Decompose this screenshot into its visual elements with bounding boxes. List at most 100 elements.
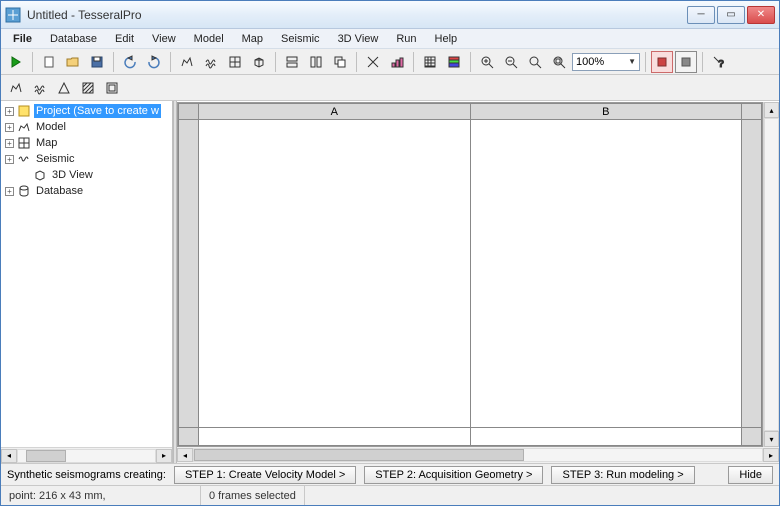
cell-b2[interactable]	[470, 428, 742, 446]
grid-view-button[interactable]	[419, 51, 441, 73]
scroll-track[interactable]	[193, 448, 763, 462]
grid-vscrollbar[interactable]: ▴ ▾	[763, 102, 779, 447]
zoom-page-button[interactable]	[548, 51, 570, 73]
scroll-down-button[interactable]: ▾	[764, 431, 779, 447]
palette-button[interactable]	[443, 51, 465, 73]
menu-run[interactable]: Run	[388, 31, 424, 47]
menu-file[interactable]: File	[5, 31, 40, 47]
tree-label: Project (Save to create w	[34, 104, 161, 118]
menu-model[interactable]: Model	[186, 31, 232, 47]
model-icon	[17, 121, 31, 133]
expand-icon[interactable]: +	[5, 123, 14, 132]
cascade-button[interactable]	[329, 51, 351, 73]
3d-frame-button[interactable]	[248, 51, 270, 73]
cell-pad	[742, 428, 762, 446]
menu-view[interactable]: View	[144, 31, 184, 47]
step-1-button[interactable]: STEP 1: Create Velocity Model >	[174, 466, 356, 484]
map-frame-button[interactable]	[224, 51, 246, 73]
separator	[645, 52, 646, 72]
redo-button[interactable]	[143, 51, 165, 73]
dropdown-arrow-icon: ▼	[628, 57, 636, 66]
tree-hscrollbar[interactable]: ◂ ▸	[1, 447, 172, 463]
zoom-combo[interactable]: 100%▼	[572, 53, 640, 71]
run-button[interactable]	[5, 51, 27, 73]
scroll-up-button[interactable]: ▴	[764, 102, 779, 118]
menu-help[interactable]: Help	[427, 31, 466, 47]
status-selection: 0 frames selected	[201, 486, 305, 505]
zoom-fit-button[interactable]	[524, 51, 546, 73]
separator	[170, 52, 171, 72]
scroll-left-button[interactable]: ◂	[1, 449, 17, 463]
zoom-in-button[interactable]	[476, 51, 498, 73]
scroll-right-button[interactable]: ▸	[763, 448, 779, 462]
scroll-thumb[interactable]	[194, 449, 524, 461]
hide-button[interactable]: Hide	[728, 466, 773, 484]
tree-item-model[interactable]: + Model	[3, 119, 172, 135]
tree-item-seismic[interactable]: + Seismic	[3, 151, 172, 167]
expand-icon[interactable]: +	[5, 139, 14, 148]
tool-frame-button[interactable]	[101, 77, 123, 99]
status-position: point: 216 x 43 mm,	[1, 486, 201, 505]
expand-icon[interactable]: +	[5, 155, 14, 164]
map-icon	[17, 137, 31, 149]
row-header-1[interactable]	[179, 120, 199, 428]
cell-b1[interactable]	[470, 120, 742, 428]
title-bar: Untitled - TesseralPro ─ ▭ ✕	[1, 1, 779, 29]
column-header-b[interactable]: B	[470, 104, 742, 120]
tree-item-database[interactable]: + Database	[3, 183, 172, 199]
tree-item-project[interactable]: + Project (Save to create w	[3, 103, 172, 119]
minimize-button[interactable]: ─	[687, 6, 715, 24]
seismic-frame-button[interactable]	[200, 51, 222, 73]
new-button[interactable]	[38, 51, 60, 73]
separator	[356, 52, 357, 72]
grid-corner[interactable]	[179, 104, 199, 120]
record-button[interactable]	[651, 51, 673, 73]
scroll-track[interactable]	[764, 118, 779, 431]
menu-3dview[interactable]: 3D View	[330, 31, 387, 47]
tile-horizontal-button[interactable]	[281, 51, 303, 73]
mode-a-button[interactable]	[362, 51, 384, 73]
tool-triangle-button[interactable]	[53, 77, 75, 99]
maximize-button[interactable]: ▭	[717, 6, 745, 24]
grid-hscrollbar[interactable]: ◂ ▸	[177, 447, 779, 463]
close-button[interactable]: ✕	[747, 6, 775, 24]
frame-grid[interactable]: A B	[177, 102, 763, 447]
svg-text:?: ?	[718, 59, 724, 69]
expand-icon[interactable]: +	[5, 187, 14, 196]
model-frame-button[interactable]	[176, 51, 198, 73]
app-icon	[5, 7, 21, 23]
mode-b-button[interactable]	[386, 51, 408, 73]
save-button[interactable]	[86, 51, 108, 73]
tool-hatch-button[interactable]	[77, 77, 99, 99]
scroll-track[interactable]	[17, 449, 156, 463]
separator	[702, 52, 703, 72]
menu-map[interactable]: Map	[234, 31, 271, 47]
zoom-out-button[interactable]	[500, 51, 522, 73]
scroll-right-button[interactable]: ▸	[156, 449, 172, 463]
menu-seismic[interactable]: Seismic	[273, 31, 328, 47]
frame-grid-pane: A B	[177, 101, 779, 463]
menu-database[interactable]: Database	[42, 31, 105, 47]
tool-seismic-button[interactable]	[29, 77, 51, 99]
scroll-left-button[interactable]: ◂	[177, 448, 193, 462]
step-2-button[interactable]: STEP 2: Acquisition Geometry >	[364, 466, 543, 484]
stop-button[interactable]	[675, 51, 697, 73]
menu-edit[interactable]: Edit	[107, 31, 142, 47]
column-header-a[interactable]: A	[199, 104, 471, 120]
scroll-thumb[interactable]	[26, 450, 66, 462]
tree-item-3dview[interactable]: 3D View	[3, 167, 172, 183]
separator	[32, 52, 33, 72]
help-button[interactable]: ?	[708, 51, 730, 73]
undo-button[interactable]	[119, 51, 141, 73]
step-3-button[interactable]: STEP 3: Run modeling >	[551, 466, 694, 484]
cell-a1[interactable]	[199, 120, 471, 428]
tree-item-map[interactable]: + Map	[3, 135, 172, 151]
project-tree[interactable]: + Project (Save to create w + Model + Ma…	[1, 101, 172, 447]
cell-a2[interactable]	[199, 428, 471, 446]
grid-wrap: A B	[177, 101, 779, 447]
row-header-2[interactable]	[179, 428, 199, 446]
tile-vertical-button[interactable]	[305, 51, 327, 73]
open-button[interactable]	[62, 51, 84, 73]
expand-icon[interactable]: +	[5, 107, 14, 116]
tool-model-button[interactable]	[5, 77, 27, 99]
